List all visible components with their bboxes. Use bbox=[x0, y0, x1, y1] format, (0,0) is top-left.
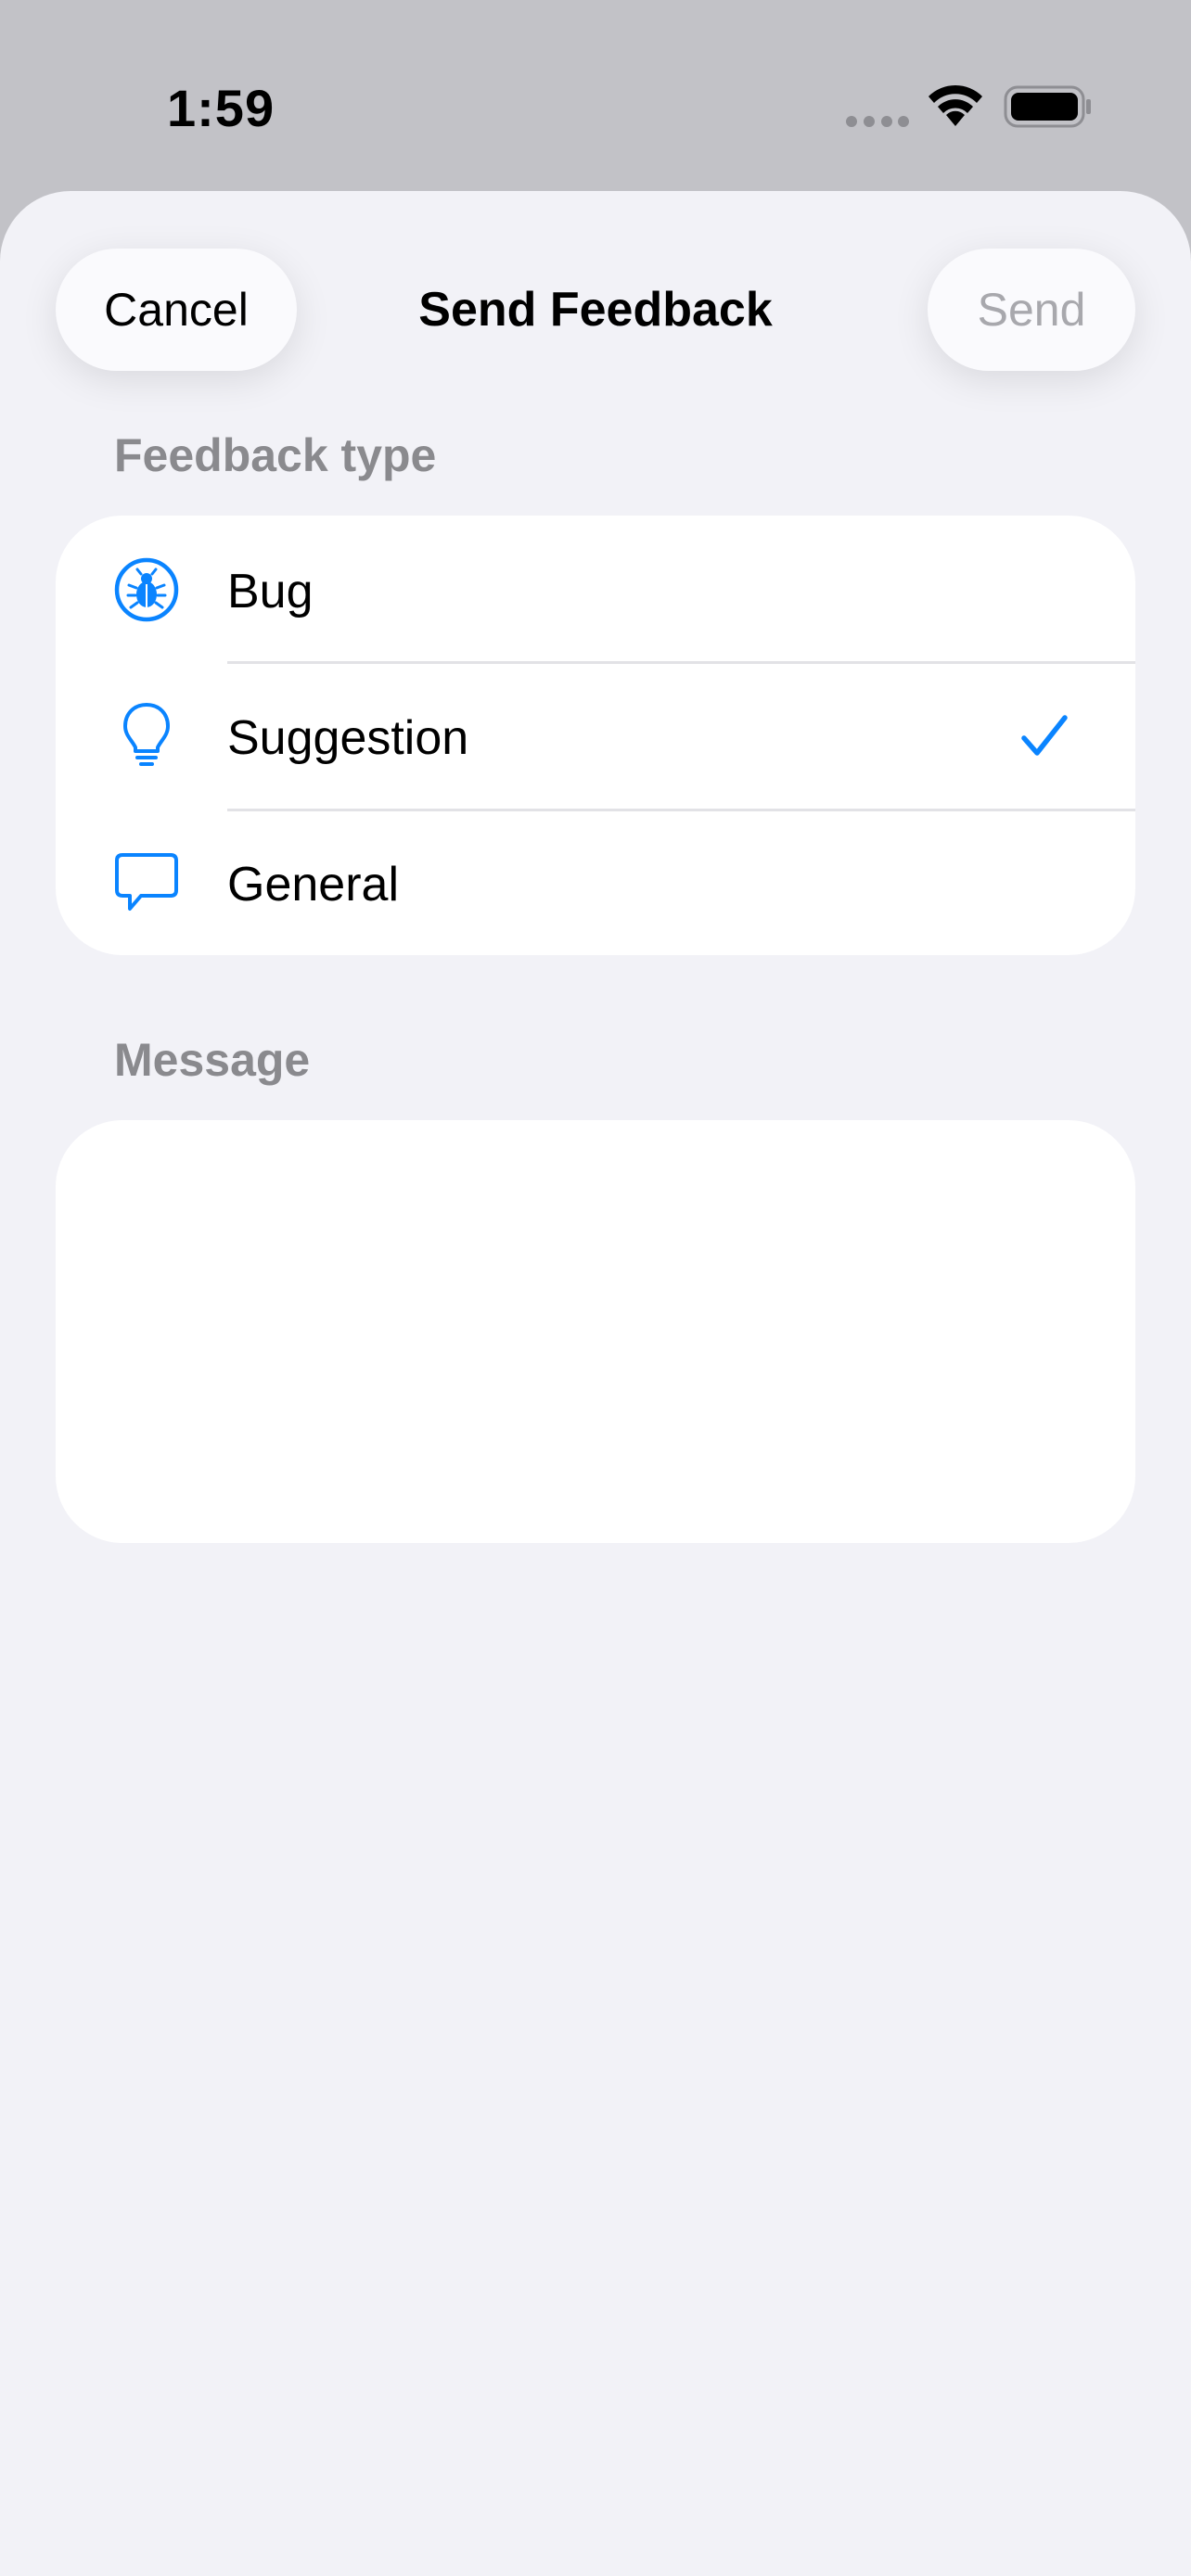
feedback-type-suggestion[interactable]: Suggestion bbox=[56, 662, 1135, 809]
feedback-type-general[interactable]: General bbox=[56, 809, 1135, 955]
cellular-signal-icon bbox=[846, 116, 909, 127]
lightbulb-icon bbox=[123, 703, 170, 766]
ladybug-icon bbox=[114, 557, 179, 622]
feedback-type-header: Feedback type bbox=[114, 429, 437, 481]
checkmark-icon bbox=[1021, 715, 1068, 756]
feedback-sheet: Cancel Send Feedback Send Feedback type … bbox=[0, 191, 1191, 2576]
battery-icon bbox=[1004, 85, 1091, 128]
message-card bbox=[56, 1120, 1135, 1543]
feedback-type-label: Bug bbox=[227, 565, 314, 618]
feedback-type-bug[interactable]: Bug bbox=[56, 516, 1135, 662]
status-bar: 1:59 bbox=[0, 0, 1191, 191]
feedback-type-list: Bug Suggestion General bbox=[56, 516, 1135, 955]
message-input[interactable] bbox=[93, 1154, 1102, 1513]
wifi-icon bbox=[928, 84, 982, 126]
speech-bubble-icon bbox=[115, 853, 178, 911]
message-header: Message bbox=[114, 1034, 311, 1086]
feedback-type-label: Suggestion bbox=[227, 711, 469, 765]
send-button[interactable]: Send bbox=[928, 249, 1135, 371]
status-time: 1:59 bbox=[167, 79, 275, 137]
feedback-type-label: General bbox=[227, 858, 399, 912]
